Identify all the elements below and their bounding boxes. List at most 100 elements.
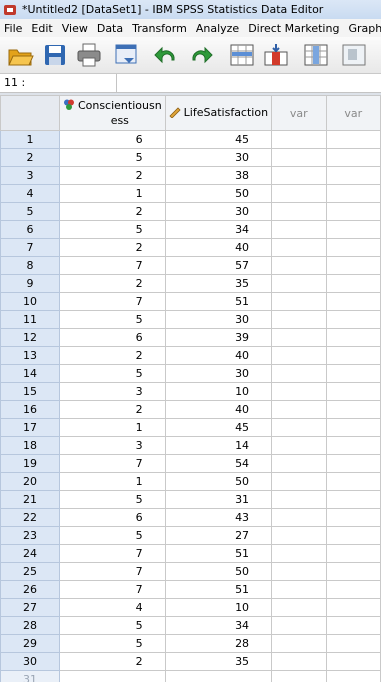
cell-var[interactable] [325,310,381,329]
cell-conscientiousness[interactable]: 2 [58,652,166,671]
cell-conscientiousness[interactable]: 1 [58,472,166,491]
row-number[interactable]: 1 [0,130,60,149]
cell-var[interactable] [325,418,381,437]
row-number[interactable]: 7 [0,238,60,257]
cell-lifesatisfaction[interactable]: 10 [164,598,273,617]
variables-icon[interactable] [302,42,330,68]
cell-conscientiousness[interactable]: 5 [58,526,166,545]
cell-var[interactable] [325,382,381,401]
cell-lifesatisfaction[interactable]: 30 [164,202,273,221]
cell-var[interactable] [271,238,327,257]
cell-var[interactable] [325,274,381,293]
cell-var[interactable] [271,562,327,581]
cell-lifesatisfaction[interactable]: 40 [164,346,273,365]
cell-lifesatisfaction[interactable]: 38 [164,166,273,185]
cell-lifesatisfaction[interactable]: 45 [164,418,273,437]
cell-conscientiousness[interactable]: 5 [58,634,166,653]
row-number[interactable]: 17 [0,418,60,437]
cell-var[interactable] [271,490,327,509]
cell-var[interactable] [271,220,327,239]
cell-var[interactable] [271,508,327,527]
cell-conscientiousness[interactable]: 7 [58,580,166,599]
cell-lifesatisfaction[interactable]: 54 [164,454,273,473]
cell-conscientiousness[interactable]: 5 [58,364,166,383]
cell-conscientiousness[interactable]: 5 [58,616,166,635]
cell-lifesatisfaction[interactable]: 40 [164,400,273,419]
cell-lifesatisfaction[interactable]: 45 [164,130,273,149]
cell-conscientiousness[interactable]: 7 [58,562,166,581]
menu-analyze[interactable]: Analyze [191,22,243,35]
cell-var[interactable] [271,130,327,149]
cell-var[interactable] [271,166,327,185]
cell-var[interactable] [325,364,381,383]
cell-var[interactable] [271,400,327,419]
cell-var[interactable] [271,472,327,491]
cell-var[interactable] [325,202,381,221]
cell-lifesatisfaction[interactable]: 28 [164,634,273,653]
row-number[interactable]: 13 [0,346,60,365]
cell-conscientiousness[interactable]: 7 [58,292,166,311]
cell-lifesatisfaction[interactable]: 51 [164,544,273,563]
cell-conscientiousness[interactable]: 3 [58,382,166,401]
row-number[interactable]: 11 [0,310,60,329]
cell-lifesatisfaction[interactable]: 50 [164,472,273,491]
cell-lifesatisfaction[interactable]: 35 [164,274,273,293]
cell-var[interactable] [325,490,381,509]
cell-var[interactable] [271,292,327,311]
row-number[interactable]: 21 [0,490,60,509]
cell-var[interactable] [271,436,327,455]
cell-conscientiousness[interactable]: 6 [58,508,166,527]
cell-conscientiousness[interactable]: 5 [58,490,166,509]
row-number[interactable]: 25 [0,562,60,581]
cell-var[interactable] [325,130,381,149]
cell-var[interactable] [325,580,381,599]
cell-lifesatisfaction[interactable]: 57 [164,256,273,275]
cell-var[interactable] [325,346,381,365]
cell-conscientiousness[interactable]: 3 [58,436,166,455]
menu-transform[interactable]: Transform [127,22,191,35]
cell-conscientiousness[interactable]: 2 [58,166,166,185]
cell-conscientiousness[interactable]: 4 [58,598,166,617]
cell-var[interactable] [325,670,381,682]
column-header-conscientiousness[interactable]: Conscientiousn ess [58,95,166,131]
cell-var[interactable] [271,346,327,365]
cell-var[interactable] [271,526,327,545]
row-number[interactable]: 18 [0,436,60,455]
cell-var[interactable] [271,544,327,563]
cell-var[interactable] [325,166,381,185]
row-number[interactable]: 26 [0,580,60,599]
cell-conscientiousness[interactable]: 2 [58,238,166,257]
cell-var[interactable] [325,526,381,545]
cell-var[interactable] [271,274,327,293]
cell-var[interactable] [325,436,381,455]
row-number[interactable]: 4 [0,184,60,203]
cell-var[interactable] [271,202,327,221]
cell-var[interactable] [271,364,327,383]
cell-lifesatisfaction[interactable]: 30 [164,310,273,329]
undo-icon[interactable] [152,42,180,68]
cell-var[interactable] [325,472,381,491]
column-header-var[interactable]: var [325,95,381,131]
cell-var[interactable] [325,454,381,473]
cell-var[interactable] [325,544,381,563]
cell-var[interactable] [325,652,381,671]
row-number[interactable]: 28 [0,616,60,635]
cell-conscientiousness[interactable]: 6 [58,130,166,149]
row-number[interactable]: 19 [0,454,60,473]
cell-conscientiousness[interactable]: 2 [58,400,166,419]
cell-conscientiousness[interactable]: 2 [58,346,166,365]
cell-lifesatisfaction[interactable]: 30 [164,148,273,167]
cell-lifesatisfaction[interactable] [164,670,273,682]
cell-var[interactable] [271,580,327,599]
cell-var[interactable] [271,382,327,401]
cell-conscientiousness[interactable]: 6 [58,328,166,347]
cell-lifesatisfaction[interactable]: 43 [164,508,273,527]
grid-corner[interactable] [0,95,60,131]
row-number[interactable]: 22 [0,508,60,527]
menu-data[interactable]: Data [92,22,127,35]
menu-file[interactable]: File [0,22,26,35]
row-number[interactable]: 15 [0,382,60,401]
cell-conscientiousness[interactable] [58,670,166,682]
cell-lifesatisfaction[interactable]: 40 [164,238,273,257]
row-number[interactable]: 23 [0,526,60,545]
